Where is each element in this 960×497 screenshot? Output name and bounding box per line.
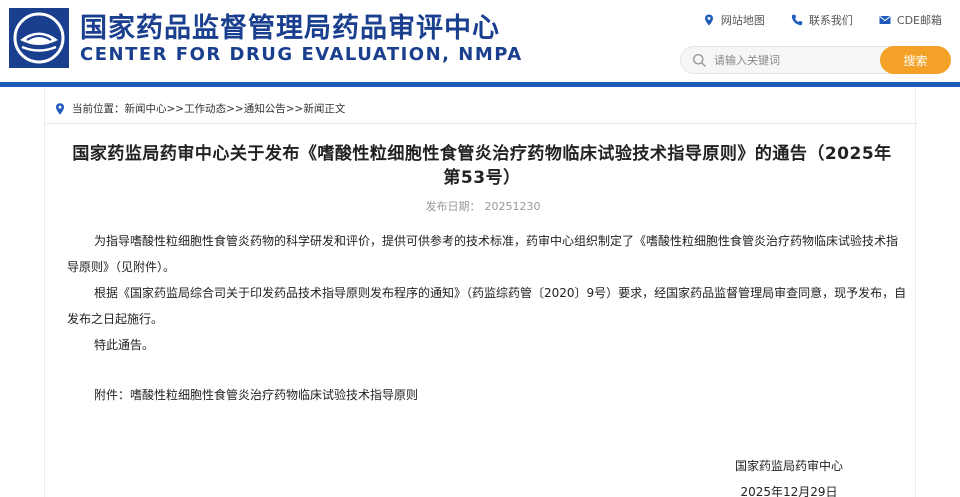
breadcrumb-current: 新闻正文 [303,103,346,115]
breadcrumb-notices[interactable]: 通知公告 [244,101,286,116]
phone-icon [791,14,803,26]
publish-date-value: 20251230 [484,200,541,213]
sitemap-link-label: 网站地图 [720,14,765,27]
signature-date: 2025年12月29日 [740,485,838,497]
signature-block: 国家药监局药审中心 2025年12月29日 [735,453,843,497]
breadcrumb-news-center[interactable]: 新闻中心 [125,101,167,116]
location-pin-icon [56,102,64,115]
search-box: 搜索 [680,46,951,74]
search-input[interactable] [714,47,874,73]
breadcrumb-divider [45,123,917,124]
mail-icon [879,16,891,24]
breadcrumb-work-updates[interactable]: 工作动态 [184,101,226,116]
article-body: 为指导嗜酸性粒细胞性食管炎药物的科学研发和评价，提供可供参考的技术标准，药审中心… [67,228,907,408]
breadcrumb: 当前位置： 新闻中心 >> 工作动态 >> 通知公告 >> 新闻正文 [55,101,345,116]
cde-mail-link[interactable]: CDE邮箱 [879,12,942,28]
attachment-link[interactable]: 附件：嗜酸性粒细胞性食管炎治疗药物临床试验技术指导原则 [67,382,907,408]
site-title-cn: 国家药品监督管理局药品审评中心 [80,13,500,44]
site-header: 国家药品监督管理局药品审评中心 CENTER FOR DRUG EVALUATI… [0,0,960,82]
search-button[interactable]: 搜索 [880,46,951,74]
nmpa-logo-icon[interactable] [8,7,70,69]
signature-org: 国家药监局药审中心 [735,459,844,473]
article-paragraph: 根据《国家药监局综合司关于印发药品技术指导原则发布程序的通知》（药监综药管〔20… [67,286,907,326]
publish-date-label: 发布日期： [425,200,481,213]
cde-mail-link-label: CDE邮箱 [896,14,942,27]
article-panel: 当前位置： 新闻中心 >> 工作动态 >> 通知公告 >> 新闻正文 国家药监局… [44,87,917,497]
map-pin-icon [704,14,713,26]
site-title-en: CENTER FOR DRUG EVALUATION, NMPA [80,44,523,65]
breadcrumb-separator: >> [226,102,244,115]
breadcrumb-separator: >> [166,102,185,115]
article-paragraph: 为指导嗜酸性粒细胞性食管炎药物的科学研发和评价，提供可供参考的技术标准，药审中心… [67,234,899,274]
publish-date: 发布日期： 20251230 [45,198,917,214]
article-title: 国家药监局药审中心关于发布《嗜酸性粒细胞性食管炎治疗药物临床试验技术指导原则》的… [72,144,892,188]
article-paragraph: 特此通告。 [94,338,155,352]
top-links: 网站地图 联系我们 CDE邮箱 [703,12,942,28]
contact-link[interactable]: 联系我们 [791,12,853,28]
sitemap-link[interactable]: 网站地图 [703,12,765,28]
breadcrumb-separator: >> [285,102,304,115]
search-icon [693,54,706,67]
contact-link-label: 联系我们 [808,14,853,27]
breadcrumb-prefix: 当前位置： [72,103,125,115]
